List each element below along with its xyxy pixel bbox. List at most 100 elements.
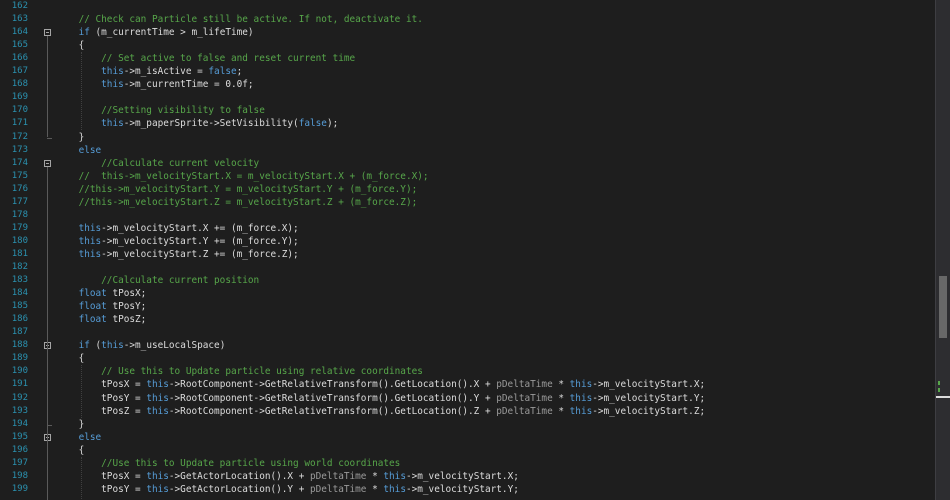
code-line[interactable]: //Calculate current velocity [56,157,259,170]
line-number: 163 [11,14,28,25]
line-number: 177 [11,196,28,207]
code-line[interactable]: this->m_velocityStart.Z += (m_force.Z); [56,248,299,261]
keyword-token: float [78,301,107,313]
code-line[interactable]: { [56,444,85,457]
code-line[interactable]: float tPosY; [56,300,147,313]
code-token: { [56,444,85,456]
line-number: 186 [11,314,28,325]
collapse-icon[interactable] [44,29,51,37]
code-line[interactable]: // Check can Particle still be active. I… [56,13,423,26]
code-line[interactable]: float tPosZ; [56,313,147,326]
line-number-gutter: 162 163 164 165 166 167 168 169 170 171 172 173 174 1… [0,0,40,500]
code-line[interactable]: else [56,431,102,444]
code-line[interactable]: this->m_isActive = false; [56,65,242,78]
line-number: 184 [11,288,28,299]
line-number: 179 [11,222,28,233]
comment-token: // Set active to false and reset current… [101,53,356,65]
outline-end [47,137,52,139]
keyword-token: this [78,222,102,234]
code-line[interactable]: // Use this to Update particle using rel… [56,365,423,378]
code-line[interactable]: tPosX = this->RootComponent->GetRelative… [56,378,705,391]
code-line[interactable]: tPosX = this->GetActorLocation().X + pDe… [56,470,519,483]
code-token: } [56,131,85,143]
code-token: ; [236,66,243,78]
line-number: 181 [11,248,28,259]
code-line[interactable]: { [56,39,85,52]
outlining-margin[interactable] [40,0,56,500]
code-editor[interactable]: 162 163 164 165 166 167 168 169 170 171 172 173 174 1… [0,0,950,500]
code-line[interactable]: tPosY = this->RootComponent->GetRelative… [56,392,705,405]
code-token: ->GetActorLocation().X + [168,470,310,482]
line-number: 180 [11,235,28,246]
line-number: 166 [11,53,28,64]
outline-line [47,36,48,138]
keyword-token: float [78,314,107,326]
line-number: 164 [11,27,28,38]
code-line[interactable]: // this->m_velocityStart.X = m_velocityS… [56,170,429,183]
code-line[interactable]: //Use this to Update particle using worl… [56,457,400,470]
code-line[interactable]: //this->m_velocityStart.Y = m_velocitySt… [56,183,418,196]
code-token: ->m_useLocalSpace) [123,340,226,352]
code-line[interactable]: } [56,131,85,144]
code-line[interactable]: this->m_paperSprite->SetVisibility(false… [56,117,338,130]
code-line[interactable]: { [56,352,85,365]
code-token: ); [326,118,339,130]
code-text-area[interactable]: // Check can Particle still be active. I… [56,0,936,500]
code-token: tPosY = [56,392,147,404]
line-number: 185 [11,301,28,312]
code-line[interactable]: //this->m_velocityStart.Z = m_velocitySt… [56,196,418,209]
line-number: 199 [11,483,28,494]
keyword-token: if [78,27,90,39]
code-line[interactable]: //Setting visibility to false [56,104,265,117]
line-number: 168 [11,79,28,90]
line-number: 193 [11,405,28,416]
code-line[interactable]: tPosY = this->GetActorLocation().Y + pDe… [56,483,519,496]
keyword-token: this [146,392,169,404]
line-number: 196 [11,444,28,455]
code-token: ->m_velocityStart.X; [592,379,706,391]
keyword-token: this [146,405,169,417]
code-token: ->GetActorLocation().Y + [168,483,310,495]
code-line[interactable]: this->m_currentTime = 0.0f; [56,78,253,91]
code-token: ->m_velocityStart.Z += (m_force.Z); [101,248,299,260]
code-token: ->m_velocityStart.X; [405,470,519,482]
code-token: * [552,392,570,404]
code-line[interactable]: float tPosX; [56,287,147,300]
code-token: (m_currentTime > m_lifeTime) [89,27,254,39]
code-line[interactable]: else [56,144,102,157]
parameter-token: pDeltaTime [496,379,553,391]
comment-token: //Calculate current position [101,275,260,287]
code-line[interactable]: } [56,418,85,431]
parameter-token: pDeltaTime [310,470,367,482]
code-line[interactable]: if (this->m_useLocalSpace) [56,339,226,352]
scrollbar-thumb[interactable] [939,276,947,338]
keyword-token: false [298,118,327,130]
line-number: 194 [11,418,28,429]
collapse-icon[interactable] [44,159,51,167]
code-line[interactable]: // Set active to false and reset current… [56,52,355,65]
code-line[interactable]: this->m_velocityStart.Y += (m_force.Y); [56,235,299,248]
code-line[interactable]: this->m_velocityStart.X += (m_force.X); [56,222,299,235]
code-line[interactable]: tPosZ = this->RootComponent->GetRelative… [56,405,705,418]
code-line[interactable]: if (m_currentTime > m_lifeTime) [56,26,254,39]
vertical-scrollbar[interactable] [935,0,950,500]
code-token: ->m_isActive = [123,66,209,78]
code-token: ->m_velocityStart.X += (m_force.X); [101,222,299,234]
code-token: } [56,418,85,430]
code-token: tPosZ; [106,314,147,326]
code-token: ( [89,340,102,352]
code-token: ->m_velocityStart.Y; [405,483,519,495]
comment-token: //Use this to Update particle using worl… [101,457,401,469]
code-line[interactable]: //Calculate current position [56,274,259,287]
